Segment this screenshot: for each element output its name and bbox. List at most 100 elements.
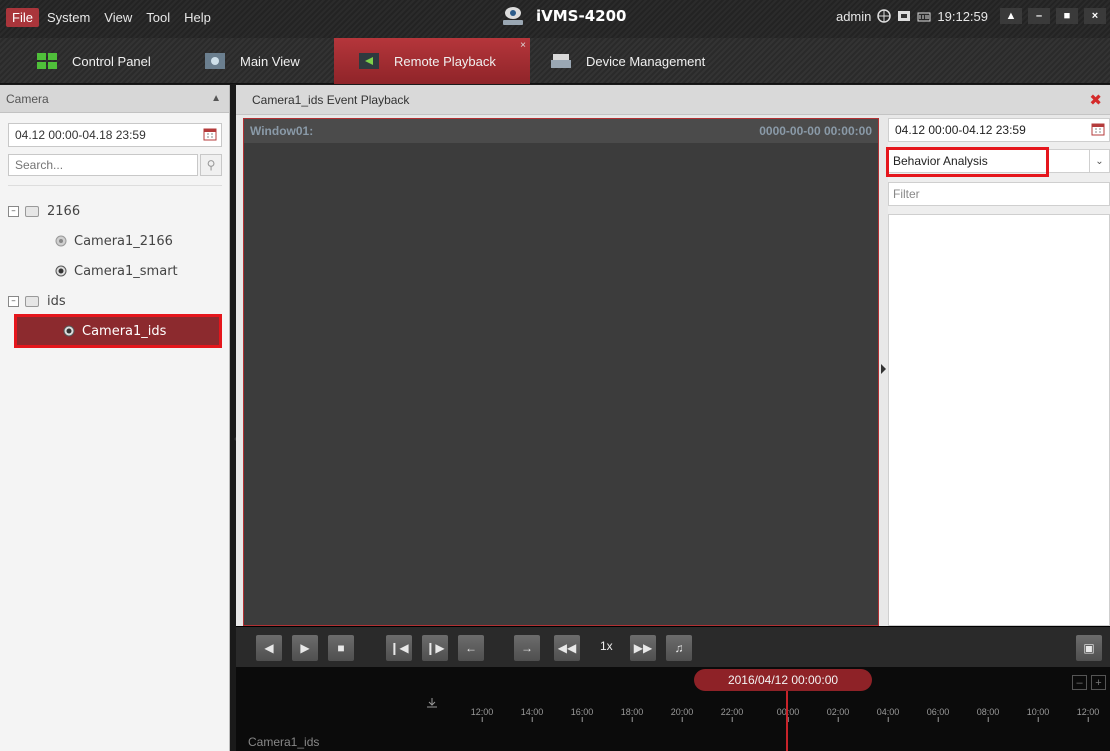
tree-group-2166[interactable]: – 2166 bbox=[8, 196, 222, 226]
skip-back-button[interactable]: ← bbox=[458, 635, 484, 661]
menu-file[interactable]: File bbox=[6, 8, 39, 27]
tab-label: Main View bbox=[240, 53, 300, 69]
close-button[interactable]: × bbox=[1084, 8, 1106, 24]
username[interactable]: admin bbox=[836, 9, 871, 24]
event-result-list[interactable] bbox=[888, 214, 1110, 626]
date-range-field[interactable]: 04.12 00:00-04.18 23:59 bbox=[8, 123, 222, 147]
tick-label: 02:00 bbox=[827, 707, 850, 722]
zoom-in-button[interactable]: + bbox=[1091, 675, 1106, 690]
event-type-select[interactable]: Behavior Analysis ⌄ bbox=[886, 147, 1110, 177]
camera-logo-icon bbox=[503, 7, 523, 25]
cpu-icon bbox=[898, 11, 911, 21]
window-label: Window01: bbox=[250, 124, 314, 138]
playback-area: Camera1_ids Event Playback ✖ Window01: 0… bbox=[236, 85, 1110, 751]
collapse-icon[interactable]: – bbox=[8, 205, 19, 217]
tick-label: 10:00 bbox=[1027, 707, 1050, 722]
calendar-icon[interactable] bbox=[203, 127, 217, 141]
collapse-icon[interactable]: – bbox=[8, 295, 19, 307]
zoom-out-button[interactable]: – bbox=[1072, 675, 1087, 690]
collapse-up-icon[interactable]: ▲ bbox=[211, 93, 221, 104]
tree-item-camera1-smart[interactable]: Camera1_smart bbox=[8, 256, 222, 286]
single-frame-back-button[interactable]: ❙◀ bbox=[386, 635, 412, 661]
reverse-play-button[interactable]: ◀ bbox=[256, 635, 282, 661]
network-icon bbox=[877, 9, 892, 23]
timeline-zoom: – + bbox=[1072, 675, 1106, 690]
search-input[interactable] bbox=[8, 154, 198, 176]
collapse-right-panel-icon[interactable] bbox=[881, 364, 886, 374]
stop-button[interactable]: ■ bbox=[328, 635, 354, 661]
event-type-value: Behavior Analysis bbox=[886, 147, 1049, 177]
tab-remote-playback[interactable]: Remote Playback × bbox=[334, 38, 530, 84]
camera-search: ⚲ bbox=[8, 154, 222, 176]
menu-help[interactable]: Help bbox=[178, 8, 217, 27]
fullscreen-button[interactable]: ▣ bbox=[1076, 635, 1102, 661]
calendar-icon[interactable] bbox=[1091, 122, 1105, 136]
tick-label: 20:00 bbox=[671, 707, 694, 722]
video-window-bar: Window01: 0000-00-00 00:00:00 bbox=[244, 119, 878, 143]
menu-system[interactable]: System bbox=[41, 8, 96, 27]
tick-label: 00:00 bbox=[777, 707, 800, 722]
search-icon[interactable]: ⚲ bbox=[200, 154, 222, 176]
timeline-ticks: 12:00 14:00 16:00 18:00 20:00 22:00 00:0… bbox=[236, 707, 1110, 729]
playback-header: Camera1_ids Event Playback ✖ bbox=[236, 85, 1110, 115]
module-tab-bar: Control Panel Main View Remote Playback … bbox=[0, 38, 1110, 84]
timeline-cursor[interactable] bbox=[786, 691, 788, 751]
maximize-button[interactable]: ■ bbox=[1056, 8, 1078, 24]
camera-online-icon bbox=[63, 325, 75, 337]
tick-label: 08:00 bbox=[977, 707, 1000, 722]
tick-label: 06:00 bbox=[927, 707, 950, 722]
tree-label: Camera1_2166 bbox=[74, 233, 173, 249]
single-frame-forward-button[interactable]: ❙▶ bbox=[422, 635, 448, 661]
control-panel-icon bbox=[37, 53, 57, 69]
camera-online-icon bbox=[55, 265, 67, 277]
play-button[interactable]: ▶ bbox=[292, 635, 318, 661]
tree-item-camera1-ids[interactable]: Camera1_ids bbox=[14, 314, 222, 348]
tree-label: Camera1_smart bbox=[74, 263, 178, 279]
video-window[interactable]: Window01: 0000-00-00 00:00:00 bbox=[243, 118, 879, 626]
tick-label: 04:00 bbox=[877, 707, 900, 722]
remote-playback-icon bbox=[359, 53, 379, 69]
tick-label: 12:00 bbox=[471, 707, 494, 722]
tick-label: 14:00 bbox=[521, 707, 544, 722]
tick-label: 16:00 bbox=[571, 707, 594, 722]
tab-label: Remote Playback bbox=[394, 53, 496, 69]
date-range-value: 04.12 00:00-04.18 23:59 bbox=[15, 128, 146, 142]
close-icon[interactable]: ✖ bbox=[1089, 91, 1102, 109]
camera-panel-header[interactable]: Camera ▲ bbox=[0, 85, 229, 113]
tab-label: Control Panel bbox=[72, 53, 151, 69]
minimize-button[interactable]: – bbox=[1028, 8, 1050, 24]
camera-offline-icon bbox=[55, 235, 67, 247]
tick-label: 18:00 bbox=[621, 707, 644, 722]
timeline-camera-label: Camera1_ids bbox=[248, 735, 320, 749]
event-search-panel: 04.12 00:00-04.12 23:59 Behavior Analysi… bbox=[886, 118, 1110, 626]
slow-down-button[interactable]: ◀◀ bbox=[554, 635, 580, 661]
event-filter-input[interactable]: Filter bbox=[888, 182, 1110, 206]
tree-group-ids[interactable]: – ids bbox=[8, 286, 222, 316]
menu-tool[interactable]: Tool bbox=[140, 8, 176, 27]
tick-label: 22:00 bbox=[721, 707, 744, 722]
timeline[interactable]: 2016/04/12 00:00:00 – + 12:00 14:00 16:0… bbox=[236, 667, 1110, 751]
tab-label: Device Management bbox=[586, 53, 706, 69]
speed-up-button[interactable]: ▶▶ bbox=[630, 635, 656, 661]
tree-item-camera1-2166[interactable]: Camera1_2166 bbox=[8, 226, 222, 256]
timeline-current-time: 2016/04/12 00:00:00 bbox=[694, 669, 872, 691]
device-management-icon bbox=[551, 54, 571, 68]
lock-icon[interactable]: ▲ bbox=[1000, 8, 1022, 24]
folder-icon bbox=[25, 295, 39, 307]
window-time: 0000-00-00 00:00:00 bbox=[759, 124, 872, 138]
playback-toolbar: ◀ ▶ ■ ❙◀ ❙▶ ← → ◀◀ 1x ▶▶ ♫ ▣ bbox=[236, 626, 1110, 667]
tree-label: 2166 bbox=[47, 203, 81, 219]
tab-close-icon[interactable]: × bbox=[520, 40, 526, 51]
skip-forward-button[interactable]: → bbox=[514, 635, 540, 661]
tab-control-panel[interactable]: Control Panel bbox=[36, 38, 196, 84]
tab-main-view[interactable]: Main View bbox=[204, 38, 332, 84]
chevron-down-icon[interactable]: ⌄ bbox=[1089, 150, 1109, 172]
tab-device-management[interactable]: Device Management bbox=[550, 38, 730, 84]
tree-label: Camera1_ids bbox=[82, 323, 167, 339]
event-date-range-value: 04.12 00:00-04.12 23:59 bbox=[895, 123, 1026, 137]
audio-mute-button[interactable]: ♫ bbox=[666, 635, 692, 661]
window-controls: ▲ – ■ × bbox=[1000, 8, 1106, 24]
event-date-range-field[interactable]: 04.12 00:00-04.12 23:59 bbox=[888, 118, 1110, 142]
camera-panel-title: Camera bbox=[6, 91, 49, 106]
menu-view[interactable]: View bbox=[98, 8, 138, 27]
